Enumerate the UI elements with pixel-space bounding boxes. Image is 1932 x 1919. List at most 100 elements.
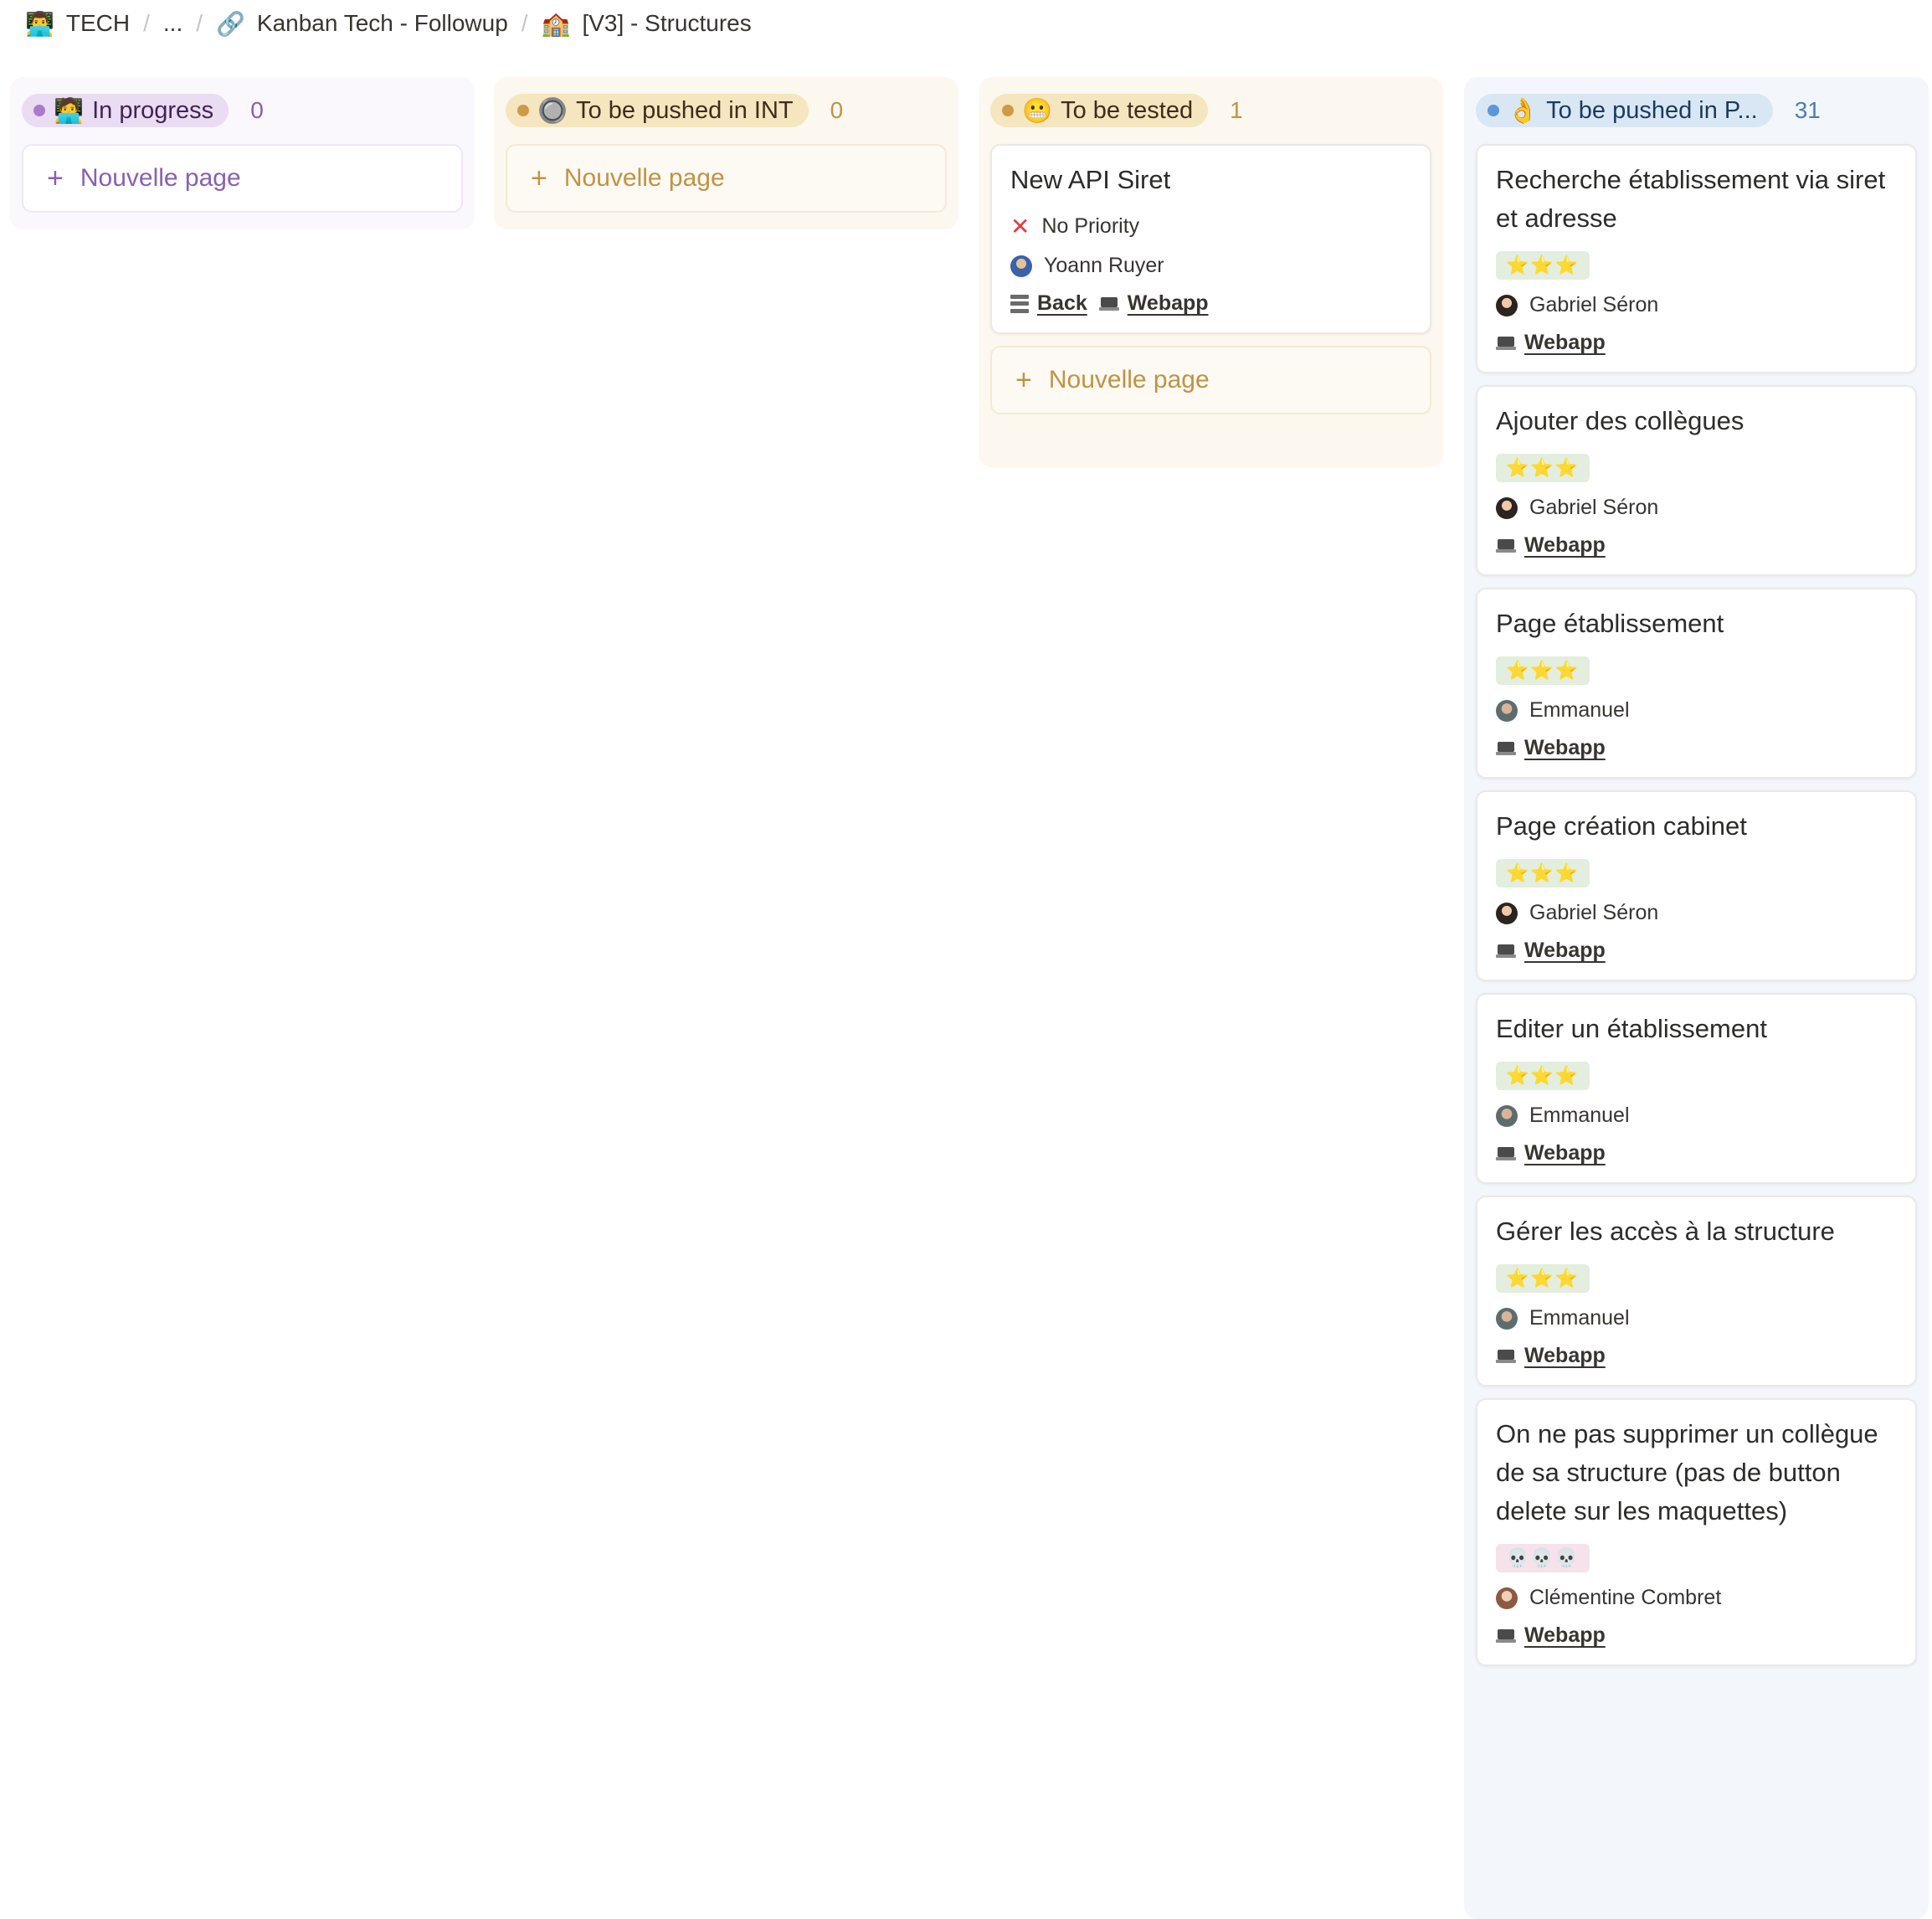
link-icon: 🔗 (216, 9, 245, 38)
star-rating-badge: ⭐⭐⭐ (1496, 1062, 1590, 1090)
rating-property: 💀💀💀 (1496, 1544, 1897, 1572)
tags-property: Back Webapp (1010, 291, 1411, 316)
breadcrumb: 👨‍💻 TECH / ... / 🔗 Kanban Tech - Followu… (18, 0, 758, 47)
tag-label: Back (1037, 291, 1087, 315)
priority-property: ✕ No Priority (1010, 213, 1411, 240)
star-rating-badge: ⭐⭐⭐ (1496, 454, 1590, 482)
laptop-icon (1098, 296, 1119, 311)
kanban-card[interactable]: New API Siret ✕ No Priority Yoann Ruyer … (990, 144, 1431, 334)
new-page-button[interactable]: + Nouvelle page (22, 144, 463, 213)
tags-property: Webapp (1496, 736, 1897, 760)
laptop-icon (1496, 1628, 1516, 1643)
assignee-property: Gabriel Séron (1496, 496, 1897, 520)
breadcrumb-separator: / (521, 10, 528, 36)
status-pill-to-be-pushed-prod[interactable]: 👌 To be pushed in P... (1476, 94, 1773, 127)
assignee-name: Gabriel Séron (1529, 901, 1659, 924)
kanban-card[interactable]: Ajouter des collègues ⭐⭐⭐ Gabriel Séron … (1476, 385, 1917, 576)
star-rating-badge: ⭐⭐⭐ (1496, 859, 1590, 887)
tag-label: Webapp (1524, 736, 1606, 759)
tag-webapp[interactable]: Webapp (1496, 331, 1606, 355)
new-page-label: Nouvelle page (1048, 366, 1210, 394)
status-label: To be pushed in INT (576, 96, 794, 124)
tag-webapp[interactable]: Webapp (1496, 1141, 1606, 1165)
kanban-card[interactable]: Page établissement ⭐⭐⭐ Emmanuel Webapp (1476, 588, 1917, 779)
breadcrumb-item-ellipsis[interactable]: ... (157, 10, 189, 37)
school-icon: 🏫 (541, 9, 571, 38)
column-to-be-pushed-int: 🔘 To be pushed in INT 0 + Nouvelle page (494, 77, 958, 229)
laptop-icon (1496, 538, 1516, 553)
breadcrumb-item-structures[interactable]: 🏫 [V3] - Structures (535, 10, 758, 38)
plus-icon: + (1015, 363, 1032, 396)
kanban-card[interactable]: Page création cabinet ⭐⭐⭐ Gabriel Séron … (1476, 790, 1917, 981)
skull-rating-badge: 💀💀💀 (1496, 1544, 1590, 1572)
status-label: In progress (92, 96, 214, 124)
breadcrumb-item-tech[interactable]: 👨‍💻 TECH (18, 10, 136, 38)
assignee-property: Gabriel Séron (1496, 293, 1897, 317)
rating-property: ⭐⭐⭐ (1496, 656, 1897, 685)
assignee-property: Emmanuel (1496, 698, 1897, 723)
status-pill-in-progress[interactable]: 🧑‍💻 In progress (22, 94, 229, 127)
kanban-board: 🧑‍💻 In progress 0 + Nouvelle page 🔘 To b… (10, 77, 1932, 1919)
breadcrumb-item-kanban[interactable]: 🔗 Kanban Tech - Followup (209, 10, 515, 38)
star-rating-badge: ⭐⭐⭐ (1496, 251, 1590, 280)
tag-label: Webapp (1524, 939, 1606, 962)
technologist-icon: 👨‍💻 (25, 9, 54, 38)
assignee-property: Yoann Ruyer (1010, 254, 1411, 278)
rating-property: ⭐⭐⭐ (1496, 1062, 1897, 1090)
status-pill-to-be-pushed-int[interactable]: 🔘 To be pushed in INT (506, 94, 809, 127)
column-to-be-tested: 😬 To be tested 1 New API Siret ✕ No Prio… (979, 77, 1443, 467)
card-title: Page établissement (1496, 609, 1724, 638)
star-rating-badge: ⭐⭐⭐ (1496, 656, 1590, 685)
tag-webapp[interactable]: Webapp (1496, 1344, 1606, 1368)
plus-icon: + (531, 162, 547, 194)
tag-back[interactable]: Back (1010, 291, 1087, 316)
breadcrumb-separator: / (196, 10, 203, 36)
laptop-icon (1496, 741, 1516, 755)
tag-label: Webapp (1524, 1344, 1606, 1367)
status-label: To be tested (1061, 96, 1194, 124)
server-icon (1010, 294, 1029, 313)
column-header: 🧑‍💻 In progress 0 (22, 77, 463, 144)
tags-property: Webapp (1496, 939, 1897, 963)
rating-property: ⭐⭐⭐ (1496, 1264, 1897, 1293)
card-title: On ne pas supprimer un collègue de sa st… (1496, 1419, 1878, 1525)
tag-webapp[interactable]: Webapp (1496, 1623, 1606, 1648)
tag-webapp[interactable]: Webapp (1098, 291, 1209, 316)
card-title: Ajouter des collègues (1496, 406, 1744, 435)
assignee-name: Yoann Ruyer (1044, 254, 1164, 277)
tag-webapp[interactable]: Webapp (1496, 533, 1606, 558)
column-to-be-pushed-prod: 👌 To be pushed in P... 31 Recherche étab… (1464, 77, 1929, 1919)
tag-label: Webapp (1524, 1623, 1606, 1647)
assignee-property: Clémentine Combret (1496, 1586, 1897, 1610)
status-dot (1488, 105, 1499, 116)
plus-icon: + (47, 162, 64, 194)
avatar (1010, 255, 1032, 277)
column-header: 🔘 To be pushed in INT 0 (506, 77, 947, 144)
column-count: 31 (1794, 97, 1821, 123)
avatar (1496, 294, 1518, 316)
kanban-card[interactable]: Recherche établissement via siret et adr… (1476, 144, 1917, 373)
new-page-button[interactable]: + Nouvelle page (506, 144, 947, 213)
status-pill-to-be-tested[interactable]: 😬 To be tested (990, 94, 1209, 127)
rating-property: ⭐⭐⭐ (1496, 454, 1897, 482)
assignee-property: Emmanuel (1496, 1306, 1897, 1330)
tag-webapp[interactable]: Webapp (1496, 736, 1606, 760)
card-title: Recherche établissement via siret et adr… (1496, 165, 1886, 233)
kanban-card[interactable]: On ne pas supprimer un collègue de sa st… (1476, 1398, 1917, 1666)
tags-property: Webapp (1496, 331, 1897, 355)
kanban-card[interactable]: Editer un établissement ⭐⭐⭐ Emmanuel Web… (1476, 993, 1917, 1184)
column-count: 0 (250, 97, 264, 123)
tags-property: Webapp (1496, 533, 1897, 558)
breadcrumb-label: Kanban Tech - Followup (256, 10, 508, 36)
breadcrumb-label: [V3] - Structures (582, 10, 752, 36)
tags-property: Webapp (1496, 1141, 1897, 1165)
assignee-name: Emmanuel (1529, 1104, 1630, 1127)
kanban-card[interactable]: Gérer les accès à la structure ⭐⭐⭐ Emman… (1476, 1196, 1917, 1387)
rating-property: ⭐⭐⭐ (1496, 251, 1897, 280)
new-page-button[interactable]: + Nouvelle page (990, 346, 1431, 414)
grimacing-face-icon: 😬 (1022, 95, 1053, 125)
status-dot (33, 105, 45, 116)
tag-webapp[interactable]: Webapp (1496, 939, 1606, 963)
assignee-property: Gabriel Séron (1496, 901, 1897, 925)
avatar (1496, 1587, 1518, 1609)
